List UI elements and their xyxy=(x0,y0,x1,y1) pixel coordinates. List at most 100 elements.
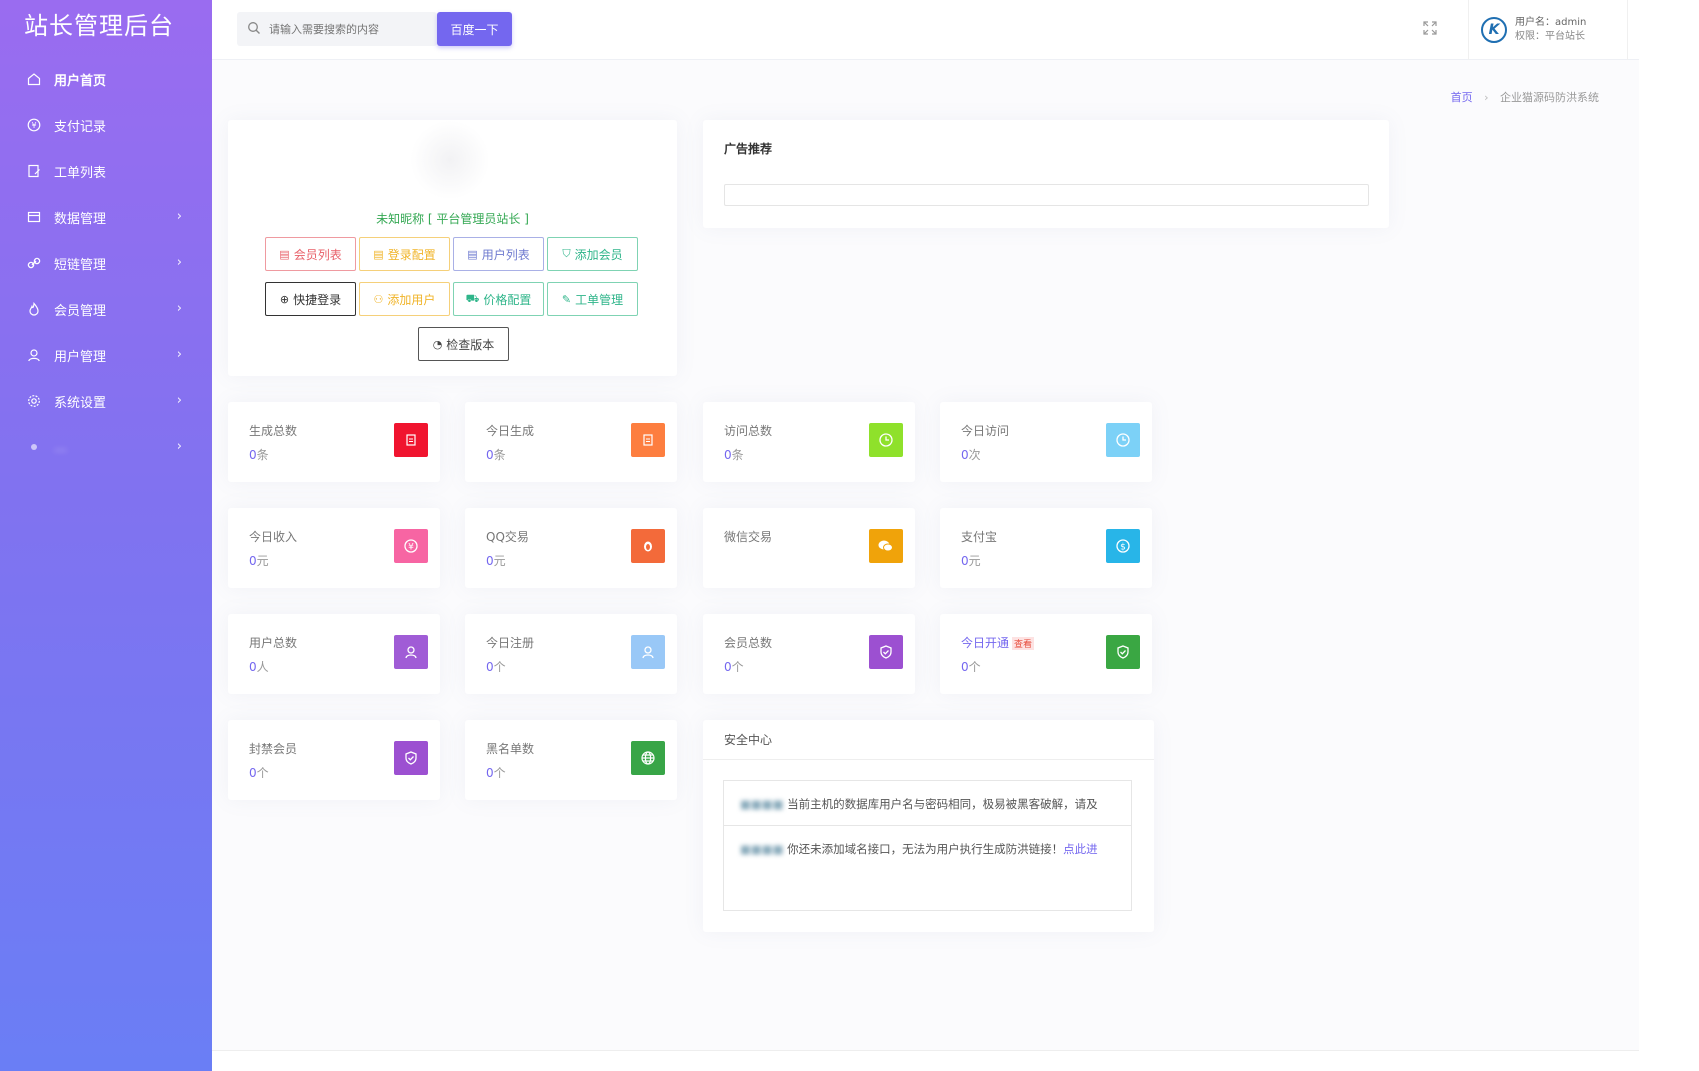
price-config-button[interactable]: ⛟ 价格配置 xyxy=(453,282,544,316)
profile-card: 未知昵称 [ 平台管理员站长 ] ▤ 会员列表 ▤ 登录配置 ▤ 用户列表 ⛉ 添加会员… xyxy=(228,120,677,376)
qq-icon xyxy=(631,529,665,563)
security-item: ■■■■ 你还未添加域名接口，无法为用户执行生成防洪链接！点此进 xyxy=(724,825,1131,870)
database-icon xyxy=(26,209,42,225)
edit-doc-icon: ✎ xyxy=(561,292,572,306)
stat-unit: 个 xyxy=(968,660,981,674)
button-label: 添加用户 xyxy=(387,292,436,307)
user-icon xyxy=(631,635,665,669)
breadcrumb: 首页 › 企业猫源码防洪系统 xyxy=(1451,89,1599,105)
stat-value: 0元 xyxy=(961,552,981,569)
gear-icon xyxy=(26,393,42,409)
user-icon xyxy=(394,635,428,669)
stat-total-members: 会员总数 0个 xyxy=(703,614,915,694)
stat-value: 0次 xyxy=(961,446,981,463)
ad-card: 广告推荐 xyxy=(703,120,1389,228)
chevron-right-icon: › xyxy=(176,393,182,408)
stat-today-generated: 今日生成 0条 xyxy=(465,402,677,482)
stat-label: 会员总数 xyxy=(724,636,773,650)
stat-number: 0 xyxy=(486,448,494,462)
stat-alipay: 支付宝 0元 $ xyxy=(940,508,1152,588)
sidebar-item-label: 用户管理 xyxy=(54,349,107,365)
shield-check-icon: ⛉ xyxy=(562,247,571,260)
button-label: 快捷登录 xyxy=(293,292,342,307)
button-label: 登录配置 xyxy=(387,247,436,262)
stat-label: 今日收入 xyxy=(249,530,298,544)
stat-number: 0 xyxy=(249,660,257,674)
login-config-button[interactable]: ▤ 登录配置 xyxy=(359,237,450,271)
home-icon xyxy=(26,71,42,87)
breadcrumb-separator: › xyxy=(1484,91,1489,104)
stat-label: 今日注册 xyxy=(486,636,535,650)
stat-unit: 元 xyxy=(256,554,269,568)
sidebar-item-payments[interactable]: ¥ 支付记录 xyxy=(0,102,212,148)
sidebar-item-members[interactable]: 会员管理 › xyxy=(0,286,212,332)
view-badge[interactable]: 查看 xyxy=(1012,637,1035,650)
add-member-button[interactable]: ⛉ 添加会员 xyxy=(547,237,638,271)
button-label: 用户列表 xyxy=(481,247,530,262)
avatar: K xyxy=(1481,17,1507,43)
stat-number: 0 xyxy=(486,660,494,674)
security-list: ■■■■ 当前主机的数据库用户名与密码相同，极易被黑客破解，请及 ■■■■ 你还… xyxy=(723,780,1132,911)
sidebar-item-label: 支付记录 xyxy=(54,119,107,135)
stat-label: 微信交易 xyxy=(724,530,773,544)
security-item-link[interactable]: 点此进 xyxy=(1063,842,1098,856)
search-button[interactable]: 百度一下 xyxy=(437,12,512,46)
quick-login-button[interactable]: ⊕ 快捷登录 xyxy=(265,282,356,316)
search-icon xyxy=(247,21,261,38)
stat-label: 封禁会员 xyxy=(249,742,298,756)
stat-value: 0条 xyxy=(249,446,269,463)
member-list-button[interactable]: ▤ 会员列表 xyxy=(265,237,356,271)
doc-icon xyxy=(394,423,428,457)
sidebar-item-settings[interactable]: 系统设置 › xyxy=(0,378,212,424)
sidebar-item-users[interactable]: 用户管理 › xyxy=(0,332,212,378)
svg-text:¥: ¥ xyxy=(31,121,36,130)
stat-label: 访问总数 xyxy=(724,424,773,438)
stat-today-income: 今日收入 0元 ¥ xyxy=(228,508,440,588)
breadcrumb-current: 企业猫源码防洪系统 xyxy=(1500,91,1599,104)
plus-circle-icon: ⊕ xyxy=(279,292,290,306)
stat-label: 支付宝 xyxy=(961,530,998,544)
stat-number: 0 xyxy=(724,448,732,462)
cart-icon: ⛟ xyxy=(465,291,480,305)
sidebar-item-home[interactable]: 用户首页 xyxy=(0,56,212,102)
doc-icon: ▤ xyxy=(373,247,384,261)
security-item-text: 当前主机的数据库用户名与密码相同，极易被黑客破解，请及 xyxy=(787,797,1098,811)
main-content: 百度一下 K 用户名：admin 权限：平台站长 首页 › 企业猫源码防洪系统 … xyxy=(212,0,1639,1071)
sidebar-item-misc[interactable]: … › xyxy=(0,424,212,470)
stat-value: 0个 xyxy=(961,658,981,675)
add-user-button[interactable]: ⚇ 添加用户 xyxy=(359,282,450,316)
fullscreen-icon[interactable] xyxy=(1422,20,1438,36)
chevron-right-icon: › xyxy=(176,347,182,362)
doc-icon: ▤ xyxy=(279,247,290,261)
svg-text:$: $ xyxy=(1120,543,1126,553)
search-input[interactable] xyxy=(269,22,429,36)
user-info: 用户名：admin 权限：平台站长 xyxy=(1515,16,1586,44)
stat-unit: 条 xyxy=(731,448,744,462)
ad-banner[interactable] xyxy=(724,184,1369,206)
stat-unit: 个 xyxy=(256,766,269,780)
sidebar-item-shortlinks[interactable]: 短链管理 › xyxy=(0,240,212,286)
edit-doc-icon xyxy=(26,163,42,179)
clock-icon xyxy=(1106,423,1140,457)
warning-tag: ■■■■ xyxy=(740,842,784,856)
stat-today-activated: 今日开通 查看 0个 xyxy=(940,614,1152,694)
user-menu[interactable]: K 用户名：admin 权限：平台站长 xyxy=(1468,0,1628,60)
stat-label: 黑名单数 xyxy=(486,742,535,756)
profile-nickname: 未知昵称 [ 平台管理员站长 ] xyxy=(376,212,529,226)
check-version-button[interactable]: ◔ 检查版本 xyxy=(418,327,509,361)
misc-icon xyxy=(26,439,42,455)
ticket-manage-button[interactable]: ✎ 工单管理 xyxy=(547,282,638,316)
stat-unit: 元 xyxy=(968,554,981,568)
breadcrumb-home[interactable]: 首页 xyxy=(1451,91,1473,104)
yen-circle-icon: ¥ xyxy=(26,117,42,133)
sidebar-item-data[interactable]: 数据管理 › xyxy=(0,194,212,240)
shield-check-icon xyxy=(1106,635,1140,669)
page-margin xyxy=(1639,0,1699,1071)
sidebar-item-label: 工单列表 xyxy=(54,165,107,181)
user-icon: ⚇ xyxy=(373,292,384,306)
top-bar: 百度一下 K 用户名：admin 权限：平台站长 xyxy=(212,0,1639,60)
stat-label: 生成总数 xyxy=(249,424,298,438)
sidebar-item-tickets[interactable]: 工单列表 xyxy=(0,148,212,194)
user-list-button[interactable]: ▤ 用户列表 xyxy=(453,237,544,271)
shield-check-icon xyxy=(869,635,903,669)
